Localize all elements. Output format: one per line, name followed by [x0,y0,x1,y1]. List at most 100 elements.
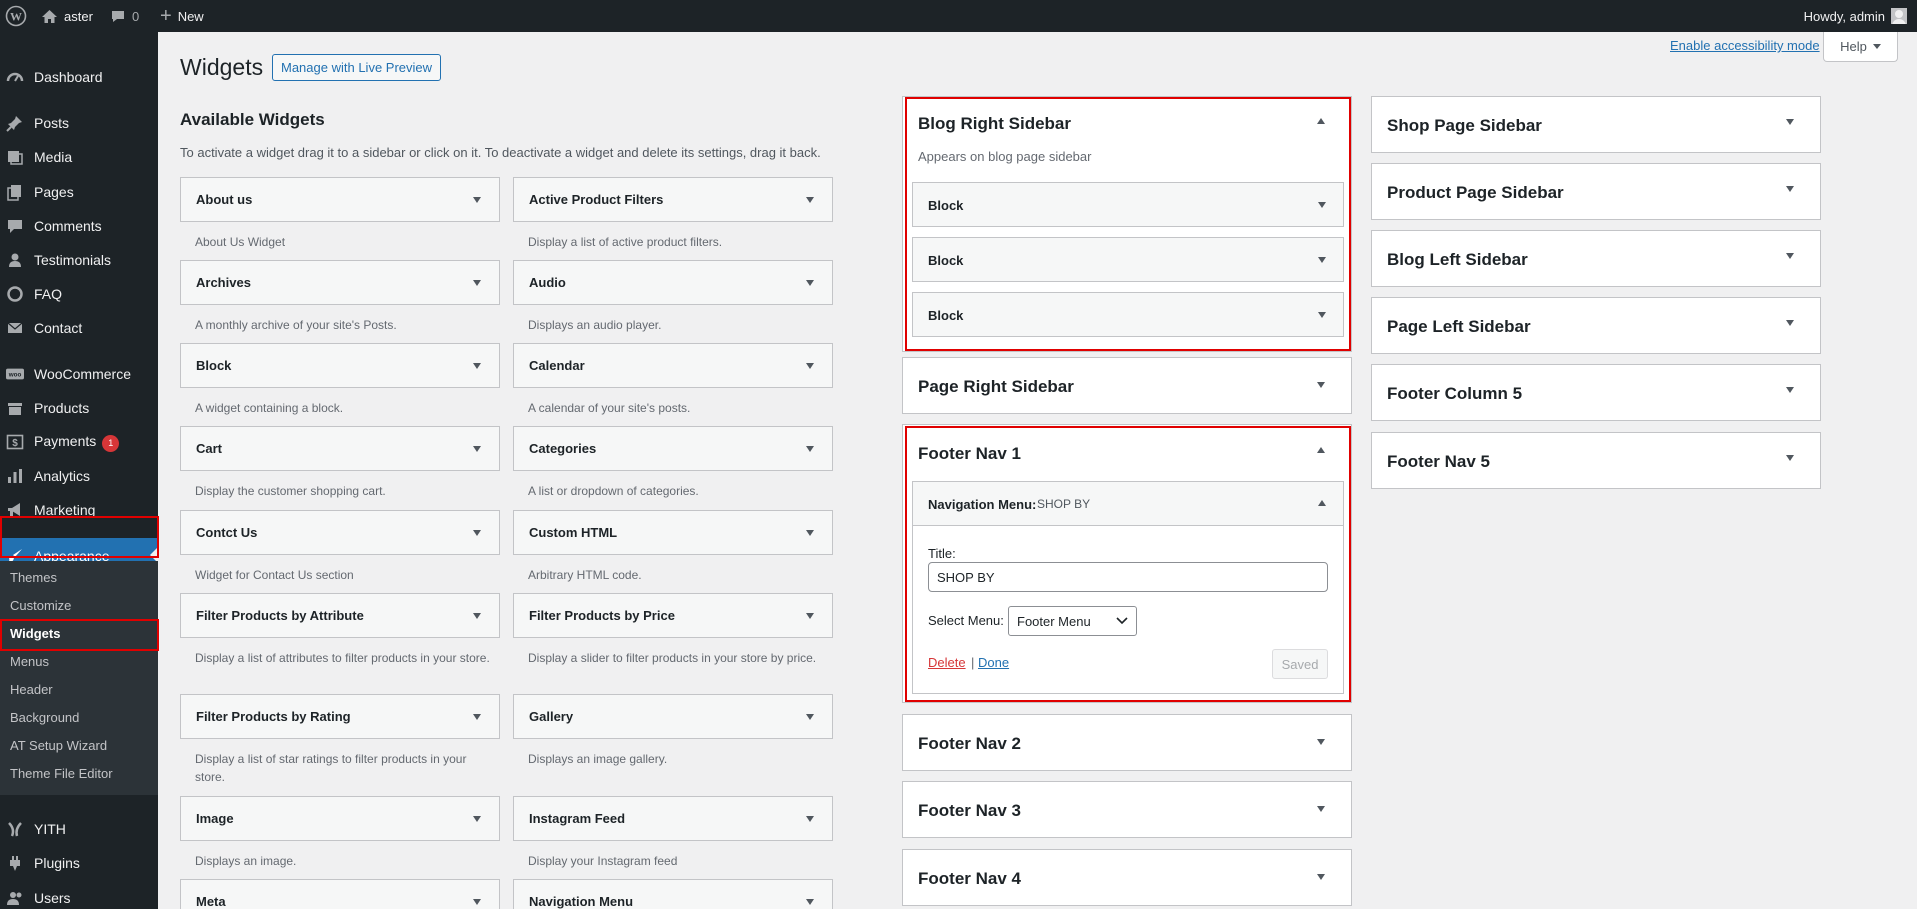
submenu-item-widgets[interactable]: Widgets [10,626,60,641]
toggle-arrow-icon[interactable] [1317,874,1325,880]
collapse-arrow-icon[interactable] [1317,118,1325,124]
toggle-arrow-icon[interactable] [473,197,481,203]
delete-link[interactable]: Delete [928,655,966,670]
accessibility-mode-link[interactable]: Enable accessibility mode [1670,38,1820,53]
collapse-arrow-icon[interactable] [1318,500,1326,506]
menu-item-contact[interactable]: Contact [0,311,158,345]
widget-meta[interactable]: Meta [180,879,500,909]
comments-link[interactable]: 0 [110,0,139,32]
menu-item-analytics[interactable]: Analytics [0,459,158,493]
sidebar-footer-nav-5[interactable]: Footer Nav 5 [1371,432,1821,489]
toggle-arrow-icon[interactable] [806,530,814,536]
sidebar-footer-nav-3[interactable]: Footer Nav 3 [902,781,1352,838]
widget-cart[interactable]: Cart [180,426,500,471]
toggle-arrow-icon[interactable] [473,613,481,619]
submenu-item-theme-file-editor[interactable]: Theme File Editor [10,766,113,781]
collapse-arrow-icon[interactable] [1317,447,1325,453]
widget-filter-by-price[interactable]: Filter Products by Price [513,593,833,638]
toggle-arrow-icon[interactable] [1786,455,1794,461]
wordpress-logo-icon[interactable]: W [5,0,27,32]
toggle-arrow-icon[interactable] [473,899,481,905]
menu-item-dashboard[interactable]: Dashboard [0,60,158,94]
sidebar-page-right[interactable]: Page Right Sidebar [902,357,1352,414]
sidebar-footer-nav-2[interactable]: Footer Nav 2 [902,714,1352,771]
nav-menu-widget-header[interactable]: Navigation Menu: SHOP BY [913,482,1343,526]
widget-categories[interactable]: Categories [513,426,833,471]
sidebar-footer-nav-1[interactable]: Footer Nav 1 Navigation Menu: SHOP BY Ti… [902,424,1352,703]
sidebar-widget-block[interactable]: Block [912,292,1344,337]
toggle-arrow-icon[interactable] [806,446,814,452]
toggle-arrow-icon[interactable] [806,363,814,369]
widget-about-us[interactable]: About us [180,177,500,222]
menu-item-comments[interactable]: Comments [0,209,158,243]
widget-filter-by-attribute[interactable]: Filter Products by Attribute [180,593,500,638]
menu-item-woocommerce[interactable]: woo WooCommerce [0,357,158,391]
done-link[interactable]: Done [978,655,1009,670]
menu-item-yith[interactable]: YITH [0,812,158,846]
toggle-arrow-icon[interactable] [806,280,814,286]
toggle-arrow-icon[interactable] [806,613,814,619]
toggle-arrow-icon[interactable] [1786,119,1794,125]
submenu-item-setup-wizard[interactable]: AT Setup Wizard [10,738,107,753]
toggle-arrow-icon[interactable] [806,197,814,203]
widget-contact-us[interactable]: Contct Us [180,510,500,555]
toggle-arrow-icon[interactable] [473,530,481,536]
toggle-arrow-icon[interactable] [1786,387,1794,393]
toggle-arrow-icon[interactable] [1318,312,1326,318]
submenu-item-menus[interactable]: Menus [10,654,49,669]
submenu-item-background[interactable]: Background [10,710,79,725]
widget-calendar[interactable]: Calendar [513,343,833,388]
toggle-arrow-icon[interactable] [1318,257,1326,263]
sidebar-footer-nav-4[interactable]: Footer Nav 4 [902,849,1352,906]
widget-gallery[interactable]: Gallery [513,694,833,739]
menu-item-posts[interactable]: Posts [0,106,158,140]
toggle-arrow-icon[interactable] [806,714,814,720]
widget-instagram-feed[interactable]: Instagram Feed [513,796,833,841]
toggle-arrow-icon[interactable] [1786,186,1794,192]
toggle-arrow-icon[interactable] [806,899,814,905]
menu-item-users[interactable]: Users [0,881,158,909]
sidebar-shop-page[interactable]: Shop Page Sidebar [1371,96,1821,153]
toggle-arrow-icon[interactable] [1317,382,1325,388]
help-button[interactable]: Help [1823,32,1898,62]
my-account-link[interactable]: Howdy, admin [1804,0,1907,32]
submenu-item-themes[interactable]: Themes [10,570,57,585]
widget-archives[interactable]: Archives [180,260,500,305]
toggle-arrow-icon[interactable] [473,816,481,822]
sidebar-product-page[interactable]: Product Page Sidebar [1371,163,1821,220]
toggle-arrow-icon[interactable] [473,280,481,286]
menu-item-testimonials[interactable]: Testimonials [0,243,158,277]
manage-live-preview-button[interactable]: Manage with Live Preview [272,54,442,81]
widget-block[interactable]: Block [180,343,500,388]
sidebar-page-left[interactable]: Page Left Sidebar [1371,297,1821,354]
widget-filter-by-rating[interactable]: Filter Products by Rating [180,694,500,739]
widget-audio[interactable]: Audio [513,260,833,305]
title-input[interactable] [928,562,1328,592]
toggle-arrow-icon[interactable] [806,816,814,822]
widget-active-product-filters[interactable]: Active Product Filters [513,177,833,222]
menu-select[interactable]: Footer Menu [1008,606,1137,636]
site-name-link[interactable]: aster [41,0,93,32]
menu-item-payments[interactable]: $ Payments 1 [0,425,158,459]
toggle-arrow-icon[interactable] [1317,806,1325,812]
submenu-item-header[interactable]: Header [10,682,53,697]
toggle-arrow-icon[interactable] [1786,253,1794,259]
toggle-arrow-icon[interactable] [473,714,481,720]
widget-image[interactable]: Image [180,796,500,841]
toggle-arrow-icon[interactable] [473,446,481,452]
toggle-arrow-icon[interactable] [1318,202,1326,208]
toggle-arrow-icon[interactable] [473,363,481,369]
menu-item-marketing[interactable]: Marketing [0,493,158,527]
menu-item-products[interactable]: Products [0,391,158,425]
submenu-item-customize[interactable]: Customize [10,598,71,613]
new-content-link[interactable]: + New [160,0,204,32]
toggle-arrow-icon[interactable] [1786,320,1794,326]
toggle-arrow-icon[interactable] [1317,739,1325,745]
sidebar-widget-block[interactable]: Block [912,237,1344,282]
widget-navigation-menu[interactable]: Navigation Menu [513,879,833,909]
menu-item-media[interactable]: Media [0,140,158,174]
sidebar-widget-block[interactable]: Block [912,182,1344,227]
sidebar-blog-right[interactable]: Blog Right Sidebar Appears on blog page … [902,96,1352,352]
menu-item-plugins[interactable]: Plugins [0,846,158,880]
sidebar-footer-column-5[interactable]: Footer Column 5 [1371,364,1821,421]
